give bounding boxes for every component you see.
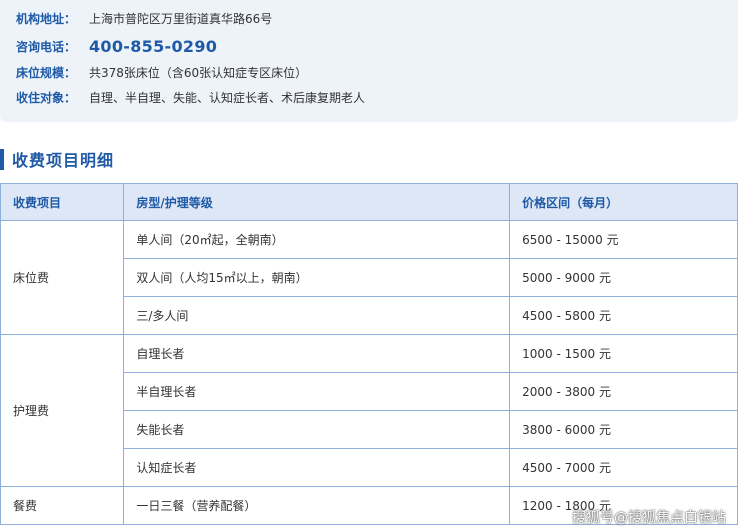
price: 5000 - 9000 元 bbox=[509, 258, 738, 297]
price: 4500 - 7000 元 bbox=[509, 448, 738, 487]
info-row-admission: 收住对象： 自理、半自理、失能、认知症长者、术后康复期老人 bbox=[16, 87, 365, 107]
header-price-range: 价格区间（每月） bbox=[509, 183, 738, 221]
care-level: 失能长者 bbox=[123, 410, 511, 449]
meal-plan: 一日三餐（营养配餐） bbox=[123, 486, 511, 525]
capacity-value: 共378张床位（含60张认知症专区床位） bbox=[89, 65, 308, 80]
section-heading: 收费项目明细 bbox=[0, 148, 114, 170]
table-header-row: 收费项目 房型/护理等级 价格区间（每月） bbox=[0, 183, 738, 221]
fee-table: 收费项目 房型/护理等级 价格区间（每月） 床位费 单人间（20㎡起，全朝南） … bbox=[0, 183, 738, 525]
price: 3800 - 6000 元 bbox=[509, 410, 738, 449]
group-care-fee: 护理费 bbox=[0, 334, 125, 487]
info-row-address: 机构地址： 上海市普陀区万里街道真华路66号 bbox=[16, 8, 272, 28]
group-meal-fee: 餐费 bbox=[0, 486, 125, 525]
info-row-phone: 咨询电话： 400-855-0290 bbox=[16, 36, 217, 56]
section-title: 收费项目明细 bbox=[12, 151, 115, 170]
care-level: 半自理长者 bbox=[123, 372, 511, 411]
group-bed-fee: 床位费 bbox=[0, 220, 125, 335]
room-type: 双人间（人均15㎡以上，朝南） bbox=[123, 258, 511, 297]
capacity-label: 床位规模： bbox=[16, 65, 77, 80]
address-value: 上海市普陀区万里街道真华路66号 bbox=[89, 11, 273, 26]
price: 6500 - 15000 元 bbox=[509, 220, 738, 259]
room-type: 单人间（20㎡起，全朝南） bbox=[123, 220, 511, 259]
header-fee-item: 收费项目 bbox=[0, 183, 125, 221]
heading-accent-bar bbox=[0, 148, 4, 170]
info-row-capacity: 床位规模： 共378张床位（含60张认知症专区床位） bbox=[16, 62, 307, 82]
phone-label: 咨询电话： bbox=[16, 39, 77, 54]
sohu-watermark: 搜狐号@搜狐焦点白银站 bbox=[572, 510, 726, 526]
room-type: 三/多人间 bbox=[123, 296, 511, 335]
address-label: 机构地址： bbox=[16, 11, 77, 26]
institution-info-panel: 机构地址： 上海市普陀区万里街道真华路66号 咨询电话： 400-855-029… bbox=[0, 0, 738, 122]
admission-value: 自理、半自理、失能、认知症长者、术后康复期老人 bbox=[89, 90, 366, 105]
table-row: 床位费 单人间（20㎡起，全朝南） 6500 - 15000 元 bbox=[0, 220, 738, 335]
phone-value[interactable]: 400-855-0290 bbox=[89, 37, 217, 56]
care-level: 认知症长者 bbox=[123, 448, 511, 487]
table-row: 护理费 自理长者 1000 - 1500 元 bbox=[0, 334, 738, 487]
price: 1000 - 1500 元 bbox=[509, 334, 738, 373]
price: 2000 - 3800 元 bbox=[509, 372, 738, 411]
admission-label: 收住对象： bbox=[16, 90, 77, 105]
header-room-level: 房型/护理等级 bbox=[123, 183, 511, 221]
price: 4500 - 5800 元 bbox=[509, 296, 738, 335]
care-level: 自理长者 bbox=[123, 334, 511, 373]
